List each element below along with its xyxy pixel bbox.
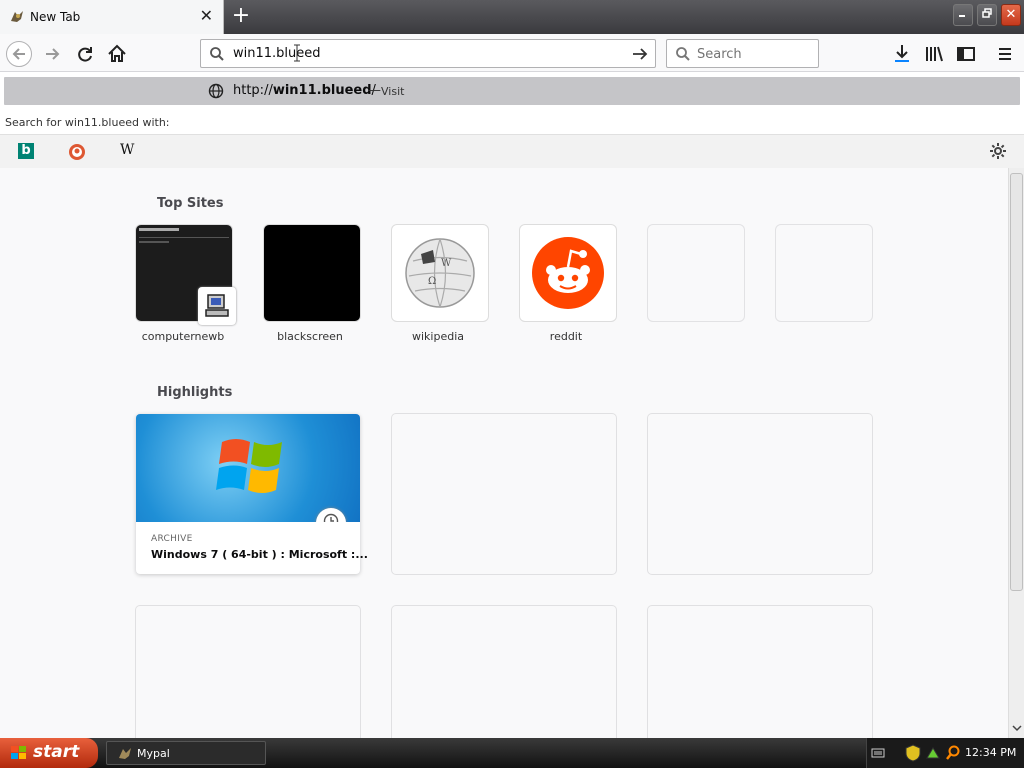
svg-text:W: W xyxy=(441,258,452,269)
hamburger-menu-icon xyxy=(999,48,1011,60)
forward-button[interactable] xyxy=(40,41,66,67)
new-tab-button[interactable]: + xyxy=(230,5,252,28)
search-bar[interactable]: Search xyxy=(666,39,819,68)
top-site-reddit[interactable] xyxy=(520,225,616,321)
tab-title: New Tab xyxy=(30,10,81,24)
top-site-label: computernewb xyxy=(141,330,225,343)
highlight-placeholder xyxy=(392,414,616,574)
thumb-text-line xyxy=(139,228,179,231)
top-site-wikipedia[interactable]: W Ω xyxy=(392,225,488,321)
highlights-title: Highlights xyxy=(157,385,233,400)
network-icon[interactable] xyxy=(925,744,941,762)
computer-icon xyxy=(205,294,229,317)
tab-strip: New Tab ✕ + ✕ xyxy=(0,0,1024,34)
menu-button[interactable] xyxy=(992,41,1018,67)
top-site-computernewb[interactable] xyxy=(136,225,236,325)
taskbar-item-label: Mypal xyxy=(137,747,170,760)
reload-icon xyxy=(78,47,92,62)
highlight-placeholder xyxy=(392,606,616,738)
back-arrow-icon xyxy=(12,48,25,60)
reload-button[interactable] xyxy=(72,41,98,67)
restore-button[interactable] xyxy=(977,4,997,26)
security-shield-icon[interactable] xyxy=(905,744,921,762)
globe-icon xyxy=(208,83,224,99)
thumb-line xyxy=(139,241,169,243)
highlight-placeholder xyxy=(136,606,360,738)
mypal-icon xyxy=(11,11,23,22)
url-dropdown: http://win11.blueed/ — Visit Search for … xyxy=(0,72,1024,168)
library-button[interactable] xyxy=(921,41,947,67)
highlight-placeholder xyxy=(648,606,872,738)
highlight-source: ARCHIVE xyxy=(151,534,193,544)
mypal-icon xyxy=(119,748,131,759)
library-icon xyxy=(926,46,943,62)
duckduckgo-icon[interactable] xyxy=(68,143,86,161)
highlight-placeholder xyxy=(648,414,872,574)
computernewb-favicon xyxy=(198,287,236,325)
navigation-toolbar: win11.blueed Search xyxy=(0,34,1024,72)
thumb-line xyxy=(139,237,229,238)
keyboard-icon[interactable] xyxy=(871,746,885,760)
gear-icon[interactable] xyxy=(989,142,1007,160)
minimize-icon xyxy=(959,15,965,17)
search-icon xyxy=(676,47,690,61)
windows-logo-icon xyxy=(216,439,282,493)
search-with-label: Search for win11.blueed with: xyxy=(5,116,170,129)
tab-close-icon[interactable]: ✕ xyxy=(200,8,213,24)
home-icon xyxy=(108,44,126,62)
top-sites-title: Top Sites xyxy=(157,196,224,211)
wikipedia-icon[interactable]: W xyxy=(120,142,134,158)
top-site-empty[interactable] xyxy=(648,225,744,321)
scrollbar-thumb[interactable] xyxy=(1010,173,1023,591)
home-button[interactable] xyxy=(104,41,130,67)
search-tray-icon[interactable] xyxy=(945,744,961,762)
search-icon xyxy=(210,47,224,61)
top-site-label: blackscreen xyxy=(277,330,343,343)
search-engines-bar: b W xyxy=(0,134,1024,168)
suggestion-action: Visit xyxy=(381,85,405,98)
svg-text:Ω: Ω xyxy=(428,276,436,287)
downloads-button[interactable] xyxy=(889,41,915,67)
clock: 12:34 PM xyxy=(965,746,1017,759)
restore-icon xyxy=(982,8,992,18)
vertical-scrollbar[interactable] xyxy=(1008,168,1024,738)
top-site-label: wikipedia xyxy=(411,330,464,343)
url-bar[interactable]: win11.blueed xyxy=(200,39,656,68)
start-label: start xyxy=(33,742,80,762)
minimize-button[interactable] xyxy=(953,4,973,26)
new-tab-content: Top Sites computernewb blackscreen W Ω w… xyxy=(0,168,1008,738)
taskbar-item-mypal[interactable]: Mypal xyxy=(106,741,266,765)
windows-flag-icon xyxy=(11,746,26,759)
top-site-blackscreen[interactable] xyxy=(264,225,360,321)
bing-icon[interactable]: b xyxy=(18,143,34,159)
tab-new-tab[interactable]: New Tab ✕ xyxy=(0,0,224,34)
sidebar-button[interactable] xyxy=(953,41,979,67)
highlight-title: Windows 7 ( 64-bit ) : Microsoft :... xyxy=(151,548,368,561)
download-icon xyxy=(895,45,909,62)
top-site-empty[interactable] xyxy=(776,225,872,321)
highlight-card[interactable]: ARCHIVE Windows 7 ( 64-bit ) : Microsoft… xyxy=(136,414,368,574)
suggestion-row[interactable]: http://win11.blueed/ — Visit xyxy=(4,77,1020,105)
clock-icon xyxy=(323,513,339,522)
sidebar-icon xyxy=(957,47,975,61)
history-badge xyxy=(316,508,346,522)
close-window-button[interactable]: ✕ xyxy=(1001,4,1021,26)
taskbar: start Mypal 12:34 PM xyxy=(0,738,1024,768)
forward-arrow-icon xyxy=(46,48,60,60)
go-arrow-icon[interactable] xyxy=(631,46,649,62)
highlight-thumbnail xyxy=(136,414,360,522)
search-placeholder: Search xyxy=(697,47,742,62)
suggestion-separator: — xyxy=(368,83,381,98)
suggestion-url: http://win11.blueed/ xyxy=(233,83,376,98)
back-button[interactable] xyxy=(6,41,32,67)
system-tray: 12:34 PM xyxy=(866,738,1024,768)
scroll-down-icon[interactable] xyxy=(1012,723,1022,733)
wikipedia-globe-icon: W Ω xyxy=(405,238,475,308)
text-cursor-icon xyxy=(294,44,300,62)
top-site-label: reddit xyxy=(549,330,583,343)
start-button[interactable]: start xyxy=(0,738,98,768)
url-input[interactable]: win11.blueed xyxy=(233,46,321,61)
reddit-icon xyxy=(532,237,604,309)
